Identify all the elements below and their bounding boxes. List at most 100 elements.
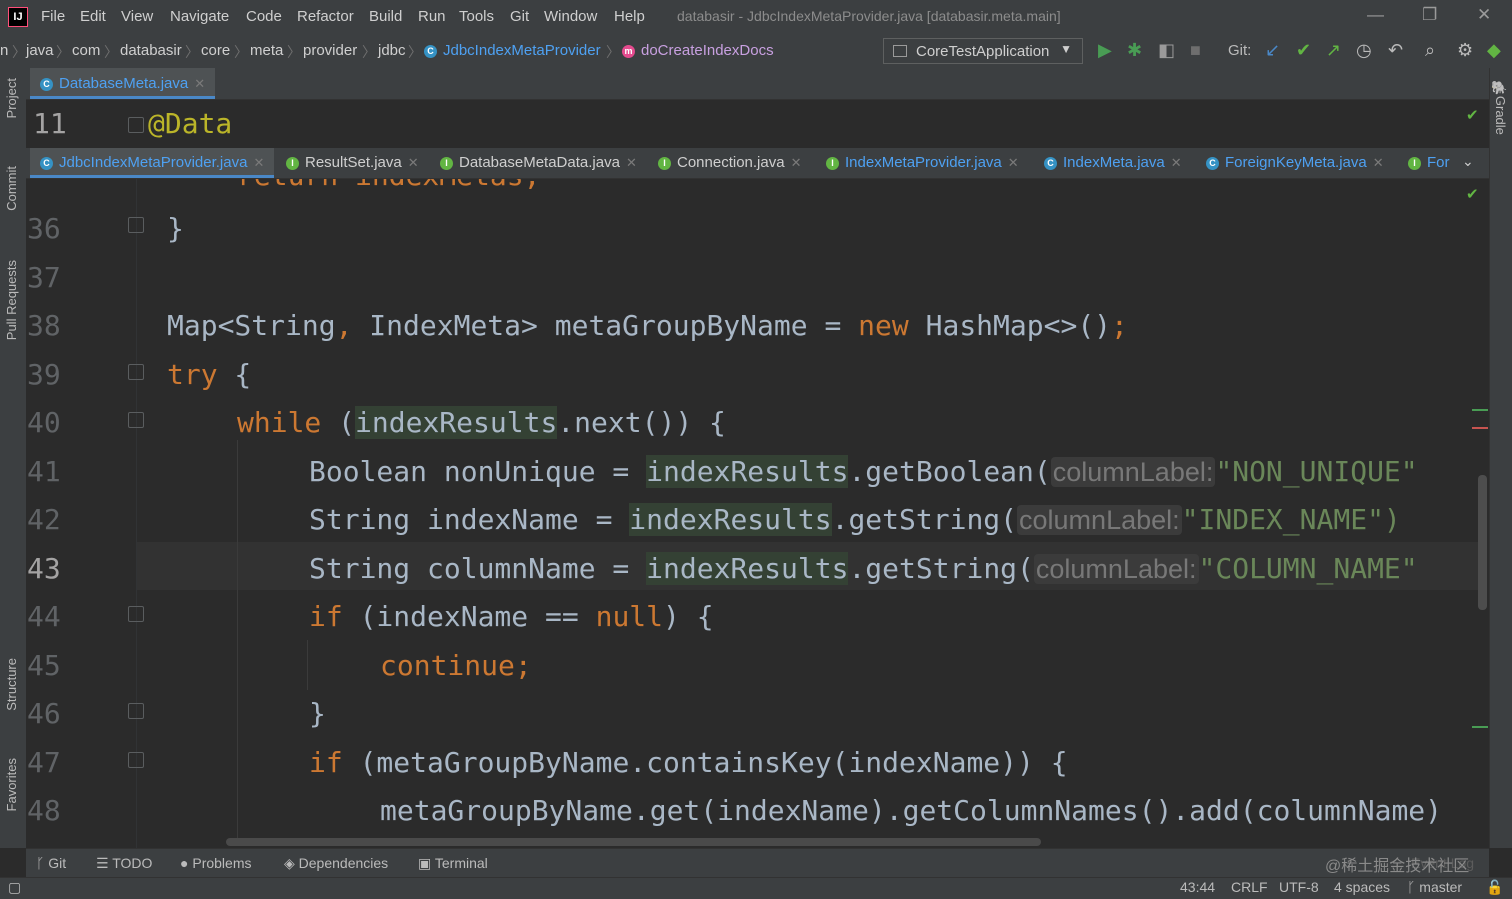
change-marker[interactable] (1472, 726, 1488, 728)
tab-connection[interactable]: I Connection.java ✕ (648, 148, 811, 178)
menu-view[interactable]: View (121, 8, 153, 25)
fold-icon[interactable] (128, 217, 144, 233)
breadcrumb-method[interactable]: m doCreateIndexDocs (622, 42, 774, 59)
tab-index-meta[interactable]: C IndexMeta.java ✕ (1034, 148, 1192, 178)
menu-run[interactable]: Run (418, 8, 446, 25)
menu-help[interactable]: Help (614, 8, 645, 25)
caret-position[interactable]: 43:44 (1180, 879, 1215, 895)
layout-icon[interactable]: ▢ (8, 879, 21, 896)
tab-foreign-key-meta[interactable]: C ForeignKeyMeta.java ✕ (1196, 148, 1394, 178)
code-line[interactable]: Boolean nonUnique = indexResults.getBool… (309, 455, 1418, 488)
code-line[interactable]: } (309, 697, 326, 730)
breadcrumb-class[interactable]: C JdbcIndexMetaProvider (424, 42, 601, 59)
inspection-ok-icon[interactable]: ✔ (1466, 185, 1479, 203)
git-update-icon[interactable]: ↙ (1265, 40, 1280, 61)
code-line[interactable]: continue; (380, 649, 532, 682)
tab-database-meta[interactable]: C DatabaseMeta.java ✕ (30, 68, 216, 99)
tool-structure[interactable]: Structure (4, 658, 19, 711)
close-tab-icon[interactable]: ✕ (408, 155, 419, 170)
tool-favorites[interactable]: Favorites (4, 758, 19, 811)
code-line[interactable]: if (metaGroupByName.containsKey(indexNam… (309, 746, 1068, 779)
code-line[interactable]: if (indexName == null) { (309, 600, 714, 633)
code-line[interactable]: } (167, 212, 184, 245)
gear-icon[interactable]: ⚙ (1457, 40, 1473, 61)
vertical-scrollbar[interactable] (1478, 475, 1487, 610)
change-marker[interactable] (1472, 409, 1488, 411)
menu-git[interactable]: Git (510, 8, 529, 25)
tool-todo[interactable]: ☰ TODO (96, 855, 152, 872)
menu-build[interactable]: Build (369, 8, 402, 25)
fold-icon[interactable] (128, 752, 144, 768)
line-separator[interactable]: CRLF (1231, 879, 1268, 895)
menu-edit[interactable]: Edit (80, 8, 106, 25)
tab-database-meta-data[interactable]: I DatabaseMetaData.java ✕ (430, 148, 647, 178)
tool-dependencies[interactable]: ◈ Dependencies (284, 855, 388, 872)
indent-setting[interactable]: 4 spaces (1334, 879, 1390, 895)
code-line[interactable]: @Data (148, 107, 232, 140)
code-line[interactable]: String indexName = indexResults.getStrin… (309, 503, 1401, 536)
git-push-icon[interactable]: ↗ (1326, 40, 1341, 61)
close-tab-icon[interactable]: ✕ (253, 155, 264, 170)
history-icon[interactable]: ◷ (1356, 40, 1372, 61)
close-tab-icon[interactable]: ✕ (1373, 155, 1384, 170)
plugin-icon[interactable]: ◆ (1487, 40, 1501, 61)
lock-icon[interactable]: 🔓 (1486, 879, 1503, 896)
breadcrumb-main[interactable]: n (0, 42, 8, 59)
fold-icon[interactable] (128, 117, 144, 133)
tool-pull-requests[interactable]: Pull Requests (4, 260, 19, 340)
editor-pane-top[interactable]: 11 @Data ✔ (26, 100, 1489, 148)
run-icon[interactable]: ▶ (1098, 40, 1112, 61)
menu-file[interactable]: File (41, 8, 65, 25)
close-tab-icon[interactable]: ✕ (791, 155, 802, 170)
tab-overflow[interactable]: I For (1398, 148, 1456, 178)
menu-code[interactable]: Code (246, 8, 282, 25)
fold-icon[interactable] (128, 606, 144, 622)
run-configuration-select[interactable]: CoreTestApplication ▼ (883, 38, 1083, 64)
tool-commit[interactable]: Commit (4, 166, 19, 211)
breadcrumb-com[interactable]: com (72, 42, 100, 59)
debug-icon[interactable]: ✱ (1127, 40, 1142, 61)
tool-gradle[interactable]: 🐘Gradle (1493, 80, 1508, 135)
breadcrumb-databasir[interactable]: databasir (120, 42, 182, 59)
fold-icon[interactable] (128, 412, 144, 428)
code-line[interactable]: Map<String, IndexMeta> metaGroupByName =… (167, 309, 1128, 342)
horizontal-scrollbar[interactable] (226, 838, 1041, 846)
menu-navigate[interactable]: Navigate (170, 8, 229, 25)
breadcrumb-java[interactable]: java (26, 42, 54, 59)
close-tab-icon[interactable]: ✕ (194, 76, 205, 91)
menu-tools[interactable]: Tools (459, 8, 494, 25)
code-line[interactable]: while (indexResults.next()) { (237, 406, 726, 439)
rollback-icon[interactable]: ↶ (1388, 40, 1403, 61)
fold-icon[interactable] (128, 703, 144, 719)
tool-git[interactable]: ᚴ Git (36, 855, 66, 871)
close-tab-icon[interactable]: ✕ (1008, 155, 1019, 170)
fold-icon[interactable] (128, 364, 144, 380)
code-line-current[interactable]: String columnName = indexResults.getStri… (309, 552, 1418, 585)
tab-resultset[interactable]: I ResultSet.java ✕ (276, 148, 429, 178)
inspection-ok-icon[interactable]: ✔ (1466, 106, 1479, 124)
breadcrumb-core[interactable]: core (201, 42, 230, 59)
minimize-icon[interactable]: — (1367, 5, 1384, 25)
breadcrumb-meta[interactable]: meta (250, 42, 283, 59)
stop-icon[interactable]: ■ (1190, 40, 1201, 61)
breadcrumb-jdbc[interactable]: jdbc (378, 42, 406, 59)
breadcrumb-provider[interactable]: provider (303, 42, 357, 59)
close-tab-icon[interactable]: ✕ (626, 155, 637, 170)
close-window-icon[interactable]: ✕ (1477, 5, 1491, 25)
search-icon[interactable]: ⌕ (1425, 40, 1435, 61)
git-branch[interactable]: ᚴ master (1407, 879, 1462, 895)
tool-problems[interactable]: ● Problems (180, 855, 252, 871)
menu-refactor[interactable]: Refactor (297, 8, 354, 25)
tab-jdbc-index-meta-provider[interactable]: C JdbcIndexMetaProvider.java ✕ (30, 148, 275, 178)
file-encoding[interactable]: UTF-8 (1279, 879, 1319, 895)
tool-project[interactable]: Project (4, 78, 19, 118)
close-tab-icon[interactable]: ✕ (1171, 155, 1182, 170)
restore-icon[interactable]: ❐ (1422, 5, 1437, 25)
coverage-icon[interactable]: ◧ (1158, 40, 1175, 61)
tab-index-meta-provider[interactable]: I IndexMetaProvider.java ✕ (816, 148, 1029, 178)
code-line[interactable]: metaGroupByName.get(indexName).getColumn… (380, 794, 1442, 827)
tool-terminal[interactable]: ▣ Terminal (418, 855, 488, 872)
git-commit-icon[interactable]: ✔ (1296, 40, 1311, 61)
change-marker[interactable] (1472, 427, 1488, 429)
menu-window[interactable]: Window (544, 8, 597, 25)
